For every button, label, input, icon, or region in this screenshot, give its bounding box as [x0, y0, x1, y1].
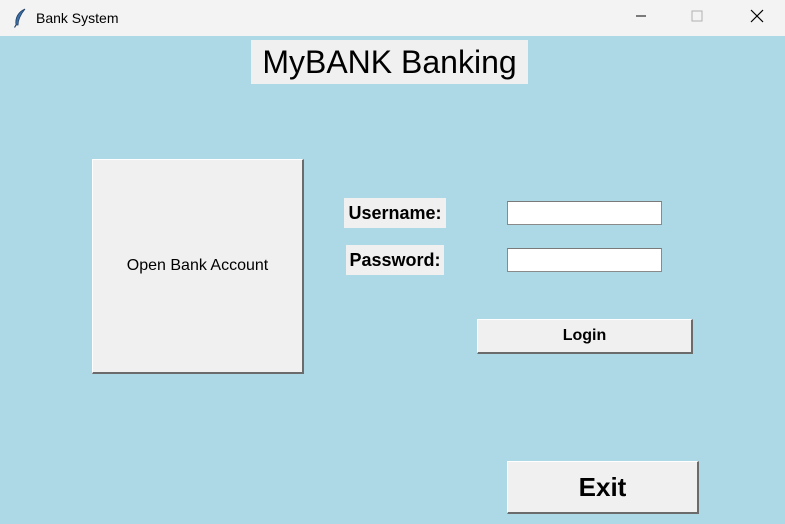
- close-icon: [750, 9, 764, 28]
- title-bar[interactable]: Bank System: [0, 0, 785, 36]
- feather-icon: [12, 8, 28, 28]
- login-label: Login: [562, 327, 607, 344]
- login-button[interactable]: Login: [477, 319, 693, 354]
- bank-system-window: Bank System MyBANK Banking Open Bank Acc…: [0, 0, 785, 524]
- minimize-icon: [635, 9, 647, 27]
- maximize-icon: [691, 9, 703, 27]
- exit-label: Exit: [578, 471, 627, 502]
- password-label: Password:: [346, 245, 444, 275]
- minimize-button[interactable]: [613, 0, 669, 36]
- open-bank-account-button[interactable]: Open Bank Account: [92, 159, 304, 374]
- maximize-button[interactable]: [669, 0, 725, 36]
- close-button[interactable]: [729, 0, 785, 36]
- password-input[interactable]: [507, 248, 662, 272]
- exit-button[interactable]: Exit: [507, 461, 699, 514]
- username-label: Username:: [344, 198, 446, 228]
- open-bank-account-label: Open Bank Account: [126, 257, 269, 274]
- page-title: MyBANK Banking: [251, 40, 528, 84]
- window-title: Bank System: [36, 10, 119, 26]
- main-content: MyBANK Banking Open Bank Account Usernam…: [0, 36, 785, 524]
- username-input[interactable]: [507, 201, 662, 225]
